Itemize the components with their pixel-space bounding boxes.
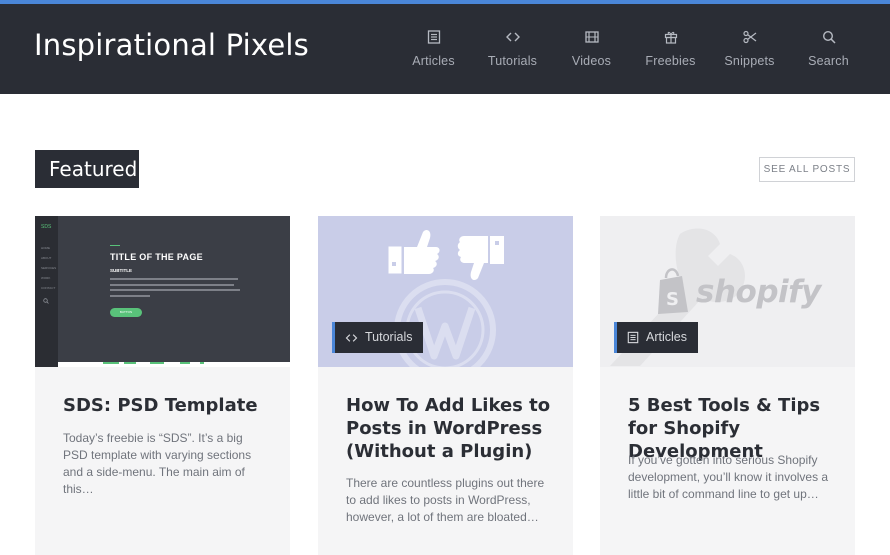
film-icon (552, 26, 631, 48)
post-card[interactable]: S shopify Articles 5 Best Tools & Tips f… (600, 216, 855, 555)
shopify-wordmark: shopify (696, 274, 821, 310)
mockup-accent-line (110, 245, 120, 246)
post-title[interactable]: How To Add Likes to Posts in WordPress (… (346, 394, 556, 463)
nav-label: Freebies (645, 54, 696, 68)
category-label: Articles (646, 330, 687, 344)
mockup-subtitle: SUBTITLE (110, 268, 132, 273)
nav-label: Articles (412, 54, 455, 68)
search-icon (789, 26, 868, 48)
post-card[interactable]: Tutorials How To Add Likes to Posts in W… (318, 216, 573, 555)
mockup-page-title: TITLE OF THE PAGE (110, 252, 203, 262)
post-excerpt: There are countless plugins out there to… (346, 476, 545, 524)
scissors-icon (710, 26, 789, 48)
post-card[interactable]: SDS HOME ABOUT SERVICES WORK CONTACT TIT… (35, 216, 290, 555)
mockup-menu-item: SERVICES (41, 266, 57, 270)
document-icon (394, 26, 473, 48)
code-icon (345, 333, 358, 342)
site-logo[interactable]: Inspirational Pixels (34, 28, 309, 62)
nav-label: Snippets (724, 54, 775, 68)
nav-item-snippets[interactable]: Snippets (710, 26, 789, 68)
gift-icon (631, 26, 710, 48)
nav-item-search[interactable]: Search (789, 26, 868, 68)
nav-item-articles[interactable]: Articles (394, 26, 473, 68)
nav-item-videos[interactable]: Videos (552, 26, 631, 68)
mockup-brand: SDS (41, 224, 52, 230)
nav-item-freebies[interactable]: Freebies (631, 26, 710, 68)
post-title[interactable]: SDS: PSD Template (63, 394, 273, 417)
document-icon (627, 331, 639, 344)
mockup-sidebar: SDS HOME ABOUT SERVICES WORK CONTACT (35, 216, 58, 367)
main-nav: Articles Tutorials Videos Freebies Snipp… (394, 26, 868, 68)
category-badge[interactable]: Articles (614, 322, 698, 353)
nav-label: Videos (571, 54, 612, 68)
mockup-menu-item: HOME (41, 246, 50, 250)
site-header: Inspirational Pixels Articles Tutorials … (0, 4, 890, 94)
see-all-posts-button[interactable]: SEE ALL POSTS (759, 157, 855, 182)
post-excerpt: Today’s freebie is “SDS”. It’s a big PSD… (63, 431, 252, 496)
mockup-footer-strip (58, 362, 290, 367)
category-label: Tutorials (365, 330, 413, 344)
post-excerpt: If you’ve gotten into serious Shopify de… (628, 453, 829, 501)
thumbs-up-icon (387, 230, 440, 275)
mockup-menu-item: CONTACT (41, 286, 56, 290)
mockup-button: BUTTON (110, 308, 142, 317)
nav-label: Search (808, 54, 849, 68)
mockup-menu-item: ABOUT (41, 256, 52, 260)
post-thumbnail[interactable]: S shopify Articles (600, 216, 855, 367)
thumbs-down-icon (457, 236, 504, 280)
post-thumbnail[interactable]: SDS HOME ABOUT SERVICES WORK CONTACT TIT… (35, 216, 290, 367)
code-icon (473, 26, 552, 48)
nav-label: Tutorials (487, 54, 538, 68)
mockup-paragraph (110, 278, 240, 298)
nav-item-tutorials[interactable]: Tutorials (473, 26, 552, 68)
mockup-search-icon (43, 298, 49, 304)
category-badge[interactable]: Tutorials (332, 322, 424, 353)
post-thumbnail[interactable]: Tutorials (318, 216, 573, 367)
mockup-menu-item: WORK (41, 276, 51, 280)
svg-text:S: S (666, 289, 679, 310)
section-title: Featured (35, 150, 139, 188)
